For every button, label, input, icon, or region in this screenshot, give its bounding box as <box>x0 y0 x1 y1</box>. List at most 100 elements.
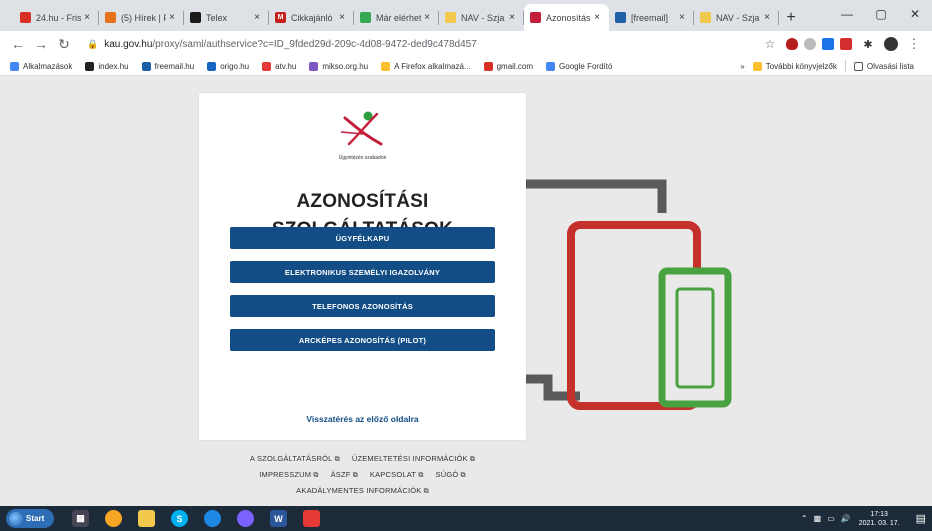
bookmark-favicon-icon <box>483 61 493 71</box>
chrome-taskbar-icon[interactable] <box>105 510 122 527</box>
tab-0[interactable]: 24.hu - Fris × <box>14 4 99 31</box>
tab-close-icon[interactable]: × <box>81 12 93 23</box>
tab-close-icon[interactable]: × <box>761 12 773 23</box>
footer-link-aszf[interactable]: ÁSZF <box>331 467 358 483</box>
tab-8[interactable]: NAV - Szja × <box>694 4 779 31</box>
laptop-outline <box>526 179 667 213</box>
minimize-icon[interactable]: — <box>830 0 864 28</box>
pdf-extension-icon[interactable] <box>840 38 852 50</box>
tray-arrow-icon[interactable]: ⌃ <box>801 514 808 523</box>
bookmark-favicon-icon <box>85 61 95 71</box>
tab-close-icon[interactable]: × <box>336 12 348 23</box>
navigation-bar: ← → ↻ 🔒 kau.gov.hu/proxy/saml/authservic… <box>0 31 932 57</box>
address-bar[interactable]: 🔒 kau.gov.hu/proxy/saml/authservice?c=ID… <box>79 33 754 55</box>
start-button[interactable]: Start <box>6 509 54 528</box>
bookmark-item[interactable]: mikso.org.hu <box>309 61 368 71</box>
more-bookmarks-button[interactable]: » <box>740 62 744 71</box>
network-icon[interactable]: ▩ <box>814 514 822 523</box>
tab-close-icon[interactable]: × <box>506 12 518 23</box>
back-link[interactable]: Visszatérés az előző oldalra <box>199 414 526 424</box>
tab-favicon-icon <box>700 12 711 23</box>
tab-6[interactable]: Azonosítás × <box>524 4 609 31</box>
tab-close-icon[interactable]: × <box>166 12 178 23</box>
other-bookmarks-label: További könyvjelzők <box>765 61 837 71</box>
back-arrow-icon[interactable]: ← <box>8 34 28 54</box>
file-explorer-icon[interactable] <box>138 510 155 527</box>
footer-link-impresszum[interactable]: IMPRESSZUM <box>259 467 318 483</box>
new-tab-button[interactable]: + <box>779 4 803 31</box>
tab-favicon-icon <box>20 12 31 23</box>
notifications-icon[interactable]: ▤ <box>916 512 926 525</box>
footer-link-szolgaltatasrol[interactable]: A SZOLGÁLTATÁSRÓL <box>250 451 340 467</box>
puzzle-icon[interactable]: ✱ <box>858 34 878 54</box>
tab-close-icon[interactable]: × <box>251 12 263 23</box>
bookmark-label: origo.hu <box>220 61 250 71</box>
bookmark-star-icon[interactable]: ☆ <box>760 34 780 54</box>
system-clock[interactable]: 17:13 2021. 03. 17. <box>859 510 900 528</box>
tab-4[interactable]: Már elérhető× <box>354 4 439 31</box>
logo-caption: Ügyintézés szabadon <box>338 155 387 161</box>
telefonos-azonositas-button[interactable]: TELEFONOS AZONOSÍTÁS <box>230 295 495 317</box>
bookmark-item[interactable]: freemail.hu <box>141 61 194 71</box>
bookmark-item[interactable]: index.hu <box>85 61 129 71</box>
forward-arrow-icon[interactable]: → <box>31 34 51 54</box>
bookmark-item[interactable]: Alkalmazások <box>10 61 72 71</box>
task-view-icon[interactable]: ▦ <box>72 510 89 527</box>
footer-link-akadalymentes[interactable]: AKADÁLYMENTES INFORMÁCIÓK <box>296 483 429 499</box>
reading-list-label: Olvasási lista <box>866 61 914 71</box>
eszemelyi-button[interactable]: ELEKTRONIKUS SZEMÉLYI IGAZOLVÁNY <box>230 261 495 283</box>
start-label: Start <box>26 514 45 523</box>
divider <box>844 60 846 72</box>
skype-icon[interactable]: S <box>171 510 188 527</box>
clock-time: 17:13 <box>870 510 888 518</box>
url-host: kau.gov.hu <box>104 38 153 50</box>
other-bookmarks[interactable]: További könyvjelzők <box>752 61 837 71</box>
tab-close-icon[interactable]: × <box>591 12 603 23</box>
display-icon[interactable]: ▭ <box>827 514 835 523</box>
page-content: Ügyintézés szabadon AZONOSÍTÁSI SZOLGÁLT… <box>0 76 932 506</box>
bookmark-item[interactable]: Google Fordító <box>546 61 612 71</box>
menu-kebab-icon[interactable]: ⋮ <box>904 34 924 54</box>
bookmark-label: atv.hu <box>275 61 297 71</box>
footer-link-sugo[interactable]: SÚGÓ <box>436 467 466 483</box>
bookmark-favicon-icon <box>262 61 272 71</box>
bookmark-label: index.hu <box>98 61 129 71</box>
tab-strip: 24.hu - Fris × (5) Hírek | F × Telex × M Cikkaj… <box>0 0 932 31</box>
tab-close-icon[interactable]: × <box>421 12 433 23</box>
tab-3[interactable]: M Cikkajánló × <box>269 4 354 31</box>
profile-avatar[interactable] <box>884 37 898 51</box>
shield-extension-icon[interactable] <box>786 38 798 50</box>
edge-icon[interactable] <box>204 510 221 527</box>
extension-icon[interactable] <box>804 38 816 50</box>
bookmark-item[interactable]: gmail.com <box>483 61 533 71</box>
tab-title: Cikkajánló <box>291 12 333 23</box>
viber-icon[interactable] <box>237 510 254 527</box>
acrobat-icon[interactable] <box>303 510 320 527</box>
tab-favicon-icon: M <box>275 12 286 23</box>
reload-icon[interactable]: ↻ <box>54 34 74 54</box>
tab-close-icon[interactable]: × <box>676 12 688 23</box>
footer-link-uzemeltetesi[interactable]: ÜZEMELTETÉSI INFORMÁCIÓK <box>352 451 475 467</box>
bookmark-item[interactable]: atv.hu <box>262 61 297 71</box>
tab-2[interactable]: Telex × <box>184 4 269 31</box>
ugyfelkapu-button[interactable]: ÜGYFÉLKAPU <box>230 227 495 249</box>
tab-7[interactable]: [freemail] × <box>609 4 694 31</box>
tab-title: Azonosítás <box>546 12 591 23</box>
footer-link-kapcsolat[interactable]: KAPCSOLAT <box>370 467 424 483</box>
tab-title: (5) Hírek | F <box>121 12 166 23</box>
close-window-icon[interactable]: ✕ <box>898 0 932 28</box>
maximize-icon[interactable]: ▢ <box>864 0 898 28</box>
login-card: Ügyintézés szabadon AZONOSÍTÁSI SZOLGÁLT… <box>199 93 526 440</box>
bookmark-item[interactable]: origo.hu <box>207 61 250 71</box>
bookmark-favicon-icon <box>546 61 556 71</box>
reading-list[interactable]: Olvasási lista <box>853 61 914 71</box>
translate-extension-icon[interactable] <box>822 38 834 50</box>
word-icon[interactable]: W <box>270 510 287 527</box>
tab-1[interactable]: (5) Hírek | F × <box>99 4 184 31</box>
lock-icon: 🔒 <box>87 38 99 49</box>
tab-5[interactable]: NAV - Szja × <box>439 4 524 31</box>
bookmark-item[interactable]: A Firefox alkalmazá... <box>381 61 471 71</box>
volume-icon[interactable]: 🔊 <box>841 514 851 523</box>
arckepes-azonositas-button[interactable]: ARCKÉPES AZONOSÍTÁS (PILOT) <box>230 329 495 351</box>
tab-favicon-icon <box>360 12 371 23</box>
